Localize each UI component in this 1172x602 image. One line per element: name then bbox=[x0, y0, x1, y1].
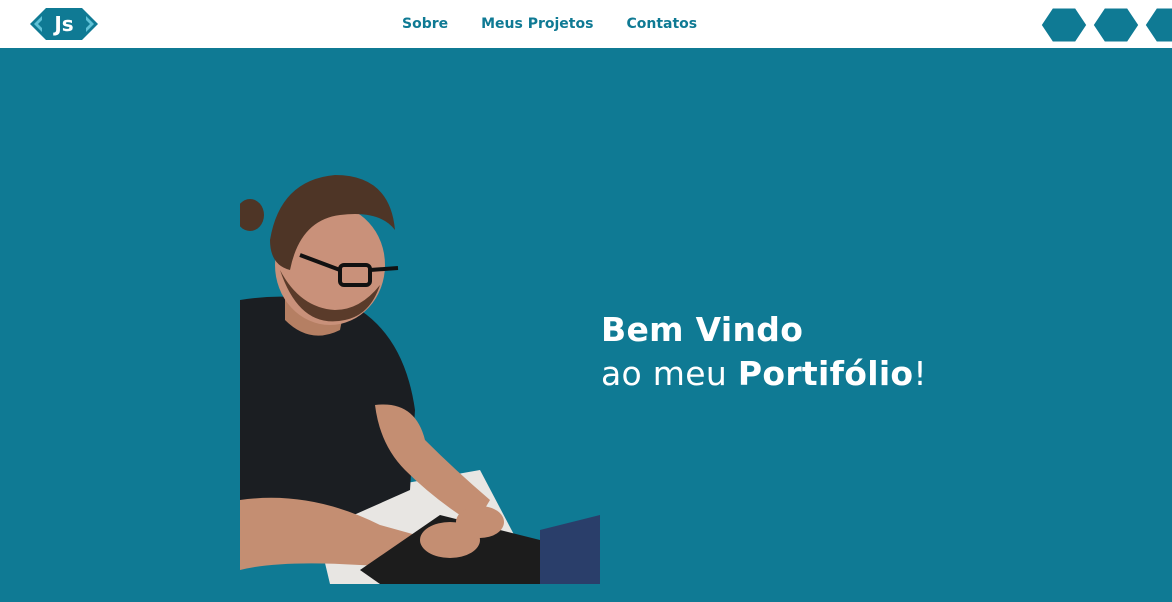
profile-photo bbox=[240, 175, 600, 584]
nav-meus-projetos[interactable]: Meus Projetos bbox=[481, 16, 593, 32]
nav-contatos[interactable]: Contatos bbox=[626, 16, 697, 32]
hero-text: Bem Vindo ao meu Portifólio! bbox=[601, 308, 927, 396]
site-header: Js Sobre Meus Projetos Contatos bbox=[0, 0, 1172, 48]
hero-subtitle-prefix: ao meu bbox=[601, 354, 738, 393]
hero-subtitle-bold: Portifólio bbox=[737, 354, 914, 393]
nav-sobre[interactable]: Sobre bbox=[402, 16, 448, 32]
logo-text: Js bbox=[54, 12, 74, 36]
hero-subtitle: ao meu Portifólio! bbox=[601, 352, 927, 396]
hexagon-decoration-icon bbox=[1012, 0, 1172, 48]
hero-title: Bem Vindo bbox=[601, 310, 804, 349]
hero-subtitle-suffix: ! bbox=[913, 354, 927, 393]
main-nav: Sobre Meus Projetos Contatos bbox=[402, 0, 697, 48]
